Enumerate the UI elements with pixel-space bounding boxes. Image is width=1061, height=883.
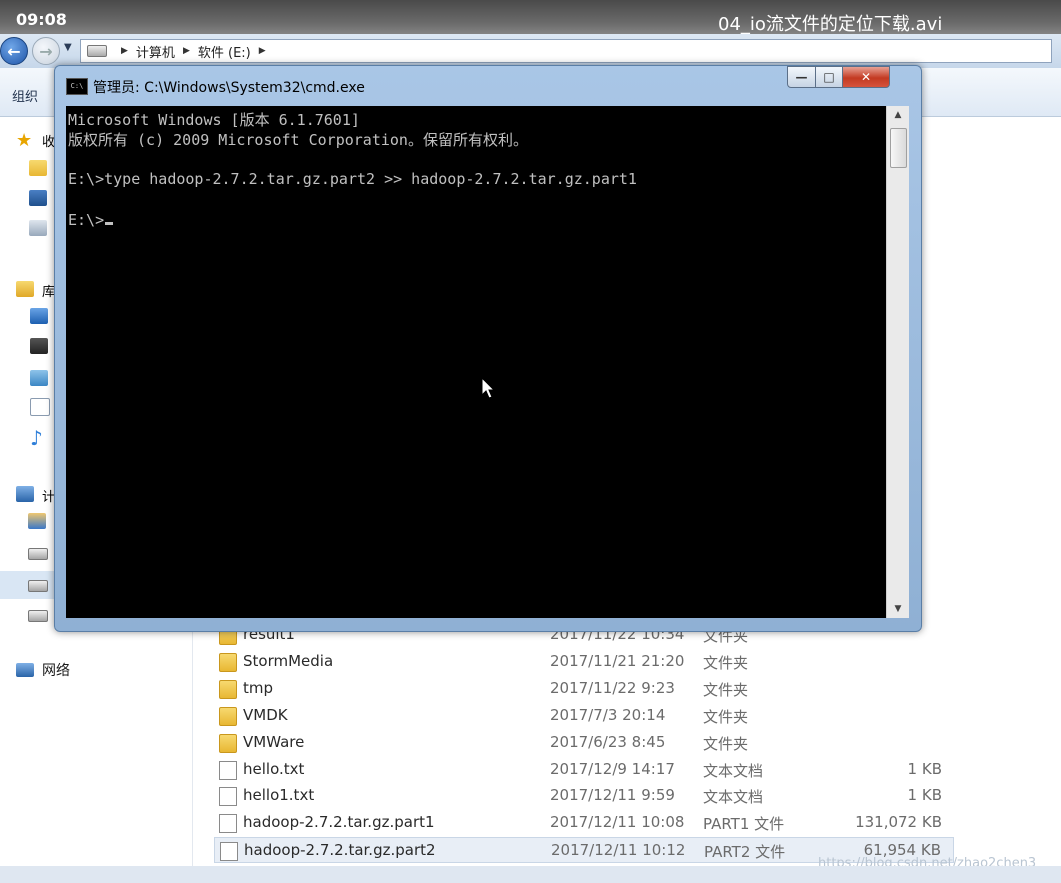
- video-overlay-bar: 09:08 04_io流文件的定位下载.avi: [0, 0, 1061, 38]
- videos-library-icon[interactable]: [30, 338, 48, 354]
- recent-places-icon[interactable]: [29, 220, 47, 236]
- cmd-app-icon: C:\: [66, 78, 88, 95]
- computer-icon: [16, 486, 34, 502]
- system-drive-icon[interactable]: [28, 513, 46, 529]
- organize-button[interactable]: 组织: [12, 86, 38, 105]
- file-date-modified: 2017/6/23 8:45: [550, 732, 666, 751]
- file-name: tmp: [243, 678, 274, 697]
- back-button[interactable]: ←: [0, 37, 28, 65]
- history-dropdown-icon[interactable]: ▼: [64, 42, 72, 53]
- text-caret: [105, 222, 114, 225]
- minimize-button[interactable]: —: [787, 66, 816, 88]
- file-row[interactable]: hadoop-2.7.2.tar.gz.part1 2017/12/11 10:0…: [214, 810, 954, 836]
- downloads-folder-icon[interactable]: [29, 160, 47, 176]
- favorites-star-icon: ★: [16, 130, 33, 151]
- file-date-modified: 2017/12/11 9:59: [550, 786, 675, 805]
- cmd-title-bar[interactable]: C:\ 管理员: C:\Windows\System32\cmd.exe — □…: [55, 66, 921, 106]
- breadcrumb-computer[interactable]: 计算机: [136, 42, 175, 61]
- file-name: VMDK: [243, 705, 288, 724]
- breadcrumb-separator-icon[interactable]: ▶: [121, 46, 128, 56]
- file-date-modified: 2017/12/11 10:12: [551, 841, 686, 860]
- breadcrumb-separator-icon[interactable]: ▶: [259, 46, 266, 56]
- file-name: hello1.txt: [243, 786, 315, 805]
- folder-icon: [219, 679, 237, 699]
- console-output[interactable]: Microsoft Windows [版本 6.1.7601] 版权所有 (c)…: [66, 106, 886, 618]
- folder-icon: [219, 706, 237, 726]
- explorer-address-bar: ← → ▼ ▶ 计算机 ▶ 软件 (E:) ▶: [0, 34, 1061, 68]
- file-icon: [219, 814, 237, 834]
- console-line: E:\>type hadoop-2.7.2.tar.gz.part2 >> ha…: [68, 170, 637, 188]
- file-name: VMWare: [243, 732, 305, 751]
- nav-network-label: 网络: [42, 663, 70, 679]
- video-time: 09:08: [16, 10, 67, 29]
- documents-library-icon[interactable]: [30, 308, 48, 324]
- file-size: 1 KB: [907, 786, 942, 805]
- console-prompt-line: E:\>: [68, 211, 114, 229]
- file-type: 文本文档: [703, 761, 764, 780]
- breadcrumb-separator-icon[interactable]: ▶: [183, 46, 190, 56]
- nav-network[interactable]: 网络: [16, 660, 70, 680]
- mouse-pointer-icon: [481, 377, 496, 399]
- drive-icon[interactable]: [28, 580, 48, 592]
- file-name: hadoop-2.7.2.tar.gz.part1: [243, 813, 435, 832]
- maximize-button[interactable]: □: [815, 66, 843, 88]
- file-type: 文件夹: [703, 734, 749, 753]
- file-type: 文件夹: [703, 680, 749, 699]
- file-size: 1 KB: [907, 759, 942, 778]
- address-box[interactable]: ▶ 计算机 ▶ 软件 (E:) ▶: [80, 39, 1052, 63]
- drive-icon[interactable]: [28, 610, 48, 622]
- status-bar: [0, 866, 1061, 883]
- file-row[interactable]: VMDK 2017/7/3 20:14 文件夹: [214, 703, 954, 729]
- scroll-down-arrow-icon[interactable]: ▼: [887, 600, 909, 618]
- scroll-thumb[interactable]: [890, 128, 907, 168]
- network-icon: [16, 663, 34, 677]
- libraries-icon: [16, 281, 34, 297]
- console-line: 版权所有 (c) 2009 Microsoft Corporation。保留所有…: [68, 131, 528, 149]
- file-date-modified: 2017/11/22 9:23: [550, 678, 675, 697]
- video-title: 04_io流文件的定位下载.avi: [718, 14, 943, 35]
- console-scrollbar[interactable]: ▲ ▼: [886, 106, 909, 618]
- desktop-icon[interactable]: [29, 190, 47, 206]
- music-library-icon[interactable]: ♪: [30, 426, 48, 450]
- scroll-up-arrow-icon[interactable]: ▲: [887, 106, 909, 124]
- file-name: hadoop-2.7.2.tar.gz.part2: [244, 841, 436, 860]
- file-row[interactable]: VMWare 2017/6/23 8:45 文件夹: [214, 730, 954, 756]
- file-type: PART2 文件: [704, 843, 786, 862]
- console-line: Microsoft Windows [版本 6.1.7601]: [68, 111, 360, 129]
- close-button[interactable]: ✕: [842, 66, 890, 88]
- console-prompt: E:\>: [68, 211, 105, 229]
- file-type: 文件夹: [703, 653, 749, 672]
- file-row[interactable]: tmp 2017/11/22 9:23 文件夹: [214, 676, 954, 702]
- cmd-window-title: 管理员: C:\Windows\System32\cmd.exe: [93, 80, 365, 96]
- drive-icon[interactable]: [28, 548, 48, 560]
- file-type: 文本文档: [703, 788, 764, 807]
- file-date-modified: 2017/12/9 14:17: [550, 759, 675, 778]
- text-file-icon: [219, 787, 237, 807]
- file-row[interactable]: hello.txt 2017/12/9 14:17 文本文档 1 KB: [214, 757, 954, 783]
- folder-icon: [219, 652, 237, 672]
- file-icon: [220, 842, 238, 862]
- forward-button[interactable]: →: [32, 37, 60, 65]
- text-file-icon: [219, 760, 237, 780]
- file-type: 文件夹: [703, 707, 749, 726]
- file-size: 131,072 KB: [855, 813, 942, 832]
- file-row[interactable]: hello1.txt 2017/12/11 9:59 文本文档 1 KB: [214, 783, 954, 809]
- cmd-window[interactable]: C:\ 管理员: C:\Windows\System32\cmd.exe — □…: [54, 65, 922, 632]
- file-name: hello.txt: [243, 759, 305, 778]
- computer-icon: [87, 45, 107, 57]
- file-type: PART1 文件: [703, 815, 785, 834]
- pictures-library-icon[interactable]: [30, 370, 48, 386]
- documents-icon[interactable]: [30, 398, 50, 416]
- file-row[interactable]: StormMedia 2017/11/21 21:20 文件夹: [214, 649, 954, 675]
- folder-icon: [219, 733, 237, 753]
- breadcrumb-drive-e[interactable]: 软件 (E:): [198, 42, 251, 61]
- file-name: StormMedia: [243, 651, 334, 670]
- file-date-modified: 2017/11/21 21:20: [550, 651, 685, 670]
- file-date-modified: 2017/7/3 20:14: [550, 705, 666, 724]
- file-date-modified: 2017/12/11 10:08: [550, 813, 685, 832]
